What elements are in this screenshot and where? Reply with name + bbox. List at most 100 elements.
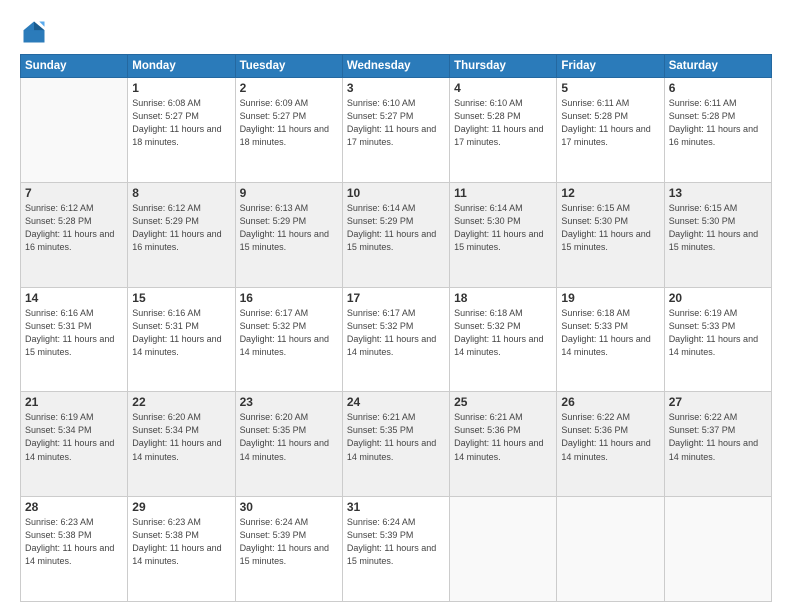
day-number: 11 <box>454 186 552 200</box>
calendar-cell: 7 Sunrise: 6:12 AMSunset: 5:28 PMDaylight… <box>21 182 128 287</box>
day-number: 25 <box>454 395 552 409</box>
day-info: Sunrise: 6:13 AMSunset: 5:29 PMDaylight:… <box>240 202 338 254</box>
day-info: Sunrise: 6:08 AMSunset: 5:27 PMDaylight:… <box>132 97 230 149</box>
day-number: 6 <box>669 81 767 95</box>
logo <box>20 18 52 46</box>
day-info: Sunrise: 6:23 AMSunset: 5:38 PMDaylight:… <box>132 516 230 568</box>
day-info: Sunrise: 6:20 AMSunset: 5:34 PMDaylight:… <box>132 411 230 463</box>
day-number: 18 <box>454 291 552 305</box>
calendar-week-4: 21 Sunrise: 6:19 AMSunset: 5:34 PMDayligh… <box>21 392 772 497</box>
calendar-cell: 12 Sunrise: 6:15 AMSunset: 5:30 PMDayligh… <box>557 182 664 287</box>
calendar-cell: 15 Sunrise: 6:16 AMSunset: 5:31 PMDayligh… <box>128 287 235 392</box>
calendar-cell: 19 Sunrise: 6:18 AMSunset: 5:33 PMDayligh… <box>557 287 664 392</box>
day-number: 27 <box>669 395 767 409</box>
calendar-cell: 22 Sunrise: 6:20 AMSunset: 5:34 PMDayligh… <box>128 392 235 497</box>
day-number: 31 <box>347 500 445 514</box>
day-number: 9 <box>240 186 338 200</box>
day-info: Sunrise: 6:19 AMSunset: 5:34 PMDaylight:… <box>25 411 123 463</box>
day-number: 3 <box>347 81 445 95</box>
day-number: 28 <box>25 500 123 514</box>
calendar-cell: 31 Sunrise: 6:24 AMSunset: 5:39 PMDayligh… <box>342 497 449 602</box>
day-info: Sunrise: 6:09 AMSunset: 5:27 PMDaylight:… <box>240 97 338 149</box>
day-number: 17 <box>347 291 445 305</box>
day-info: Sunrise: 6:12 AMSunset: 5:29 PMDaylight:… <box>132 202 230 254</box>
weekday-header-saturday: Saturday <box>664 55 771 78</box>
calendar-cell: 13 Sunrise: 6:15 AMSunset: 5:30 PMDayligh… <box>664 182 771 287</box>
day-info: Sunrise: 6:10 AMSunset: 5:28 PMDaylight:… <box>454 97 552 149</box>
calendar-cell: 30Sunrise: 6:24 AMSunset: 5:39 PMDayligh… <box>235 497 342 602</box>
calendar-cell: 8 Sunrise: 6:12 AMSunset: 5:29 PMDaylight… <box>128 182 235 287</box>
calendar-week-2: 7 Sunrise: 6:12 AMSunset: 5:28 PMDaylight… <box>21 182 772 287</box>
day-info: Sunrise: 6:22 AMSunset: 5:36 PMDaylight:… <box>561 411 659 463</box>
day-number: 29 <box>132 500 230 514</box>
day-number: 16 <box>240 291 338 305</box>
weekday-header-sunday: Sunday <box>21 55 128 78</box>
header <box>20 18 772 46</box>
calendar-cell <box>664 497 771 602</box>
day-info: Sunrise: 6:24 AMSunset: 5:39 PMDaylight:… <box>347 516 445 568</box>
calendar-cell: 28 Sunrise: 6:23 AMSunset: 5:38 PMDayligh… <box>21 497 128 602</box>
day-number: 24 <box>347 395 445 409</box>
day-number: 5 <box>561 81 659 95</box>
day-number: 7 <box>25 186 123 200</box>
day-number: 1 <box>132 81 230 95</box>
day-info: Sunrise: 6:22 AMSunset: 5:37 PMDaylight:… <box>669 411 767 463</box>
calendar-cell <box>21 78 128 183</box>
calendar-cell: 20 Sunrise: 6:19 AMSunset: 5:33 PMDayligh… <box>664 287 771 392</box>
calendar-cell: 16Sunrise: 6:17 AMSunset: 5:32 PMDayligh… <box>235 287 342 392</box>
calendar-table: SundayMondayTuesdayWednesdayThursdayFrid… <box>20 54 772 602</box>
calendar-cell: 10Sunrise: 6:14 AMSunset: 5:29 PMDayligh… <box>342 182 449 287</box>
day-info: Sunrise: 6:11 AMSunset: 5:28 PMDaylight:… <box>669 97 767 149</box>
calendar-cell: 26Sunrise: 6:22 AMSunset: 5:36 PMDayligh… <box>557 392 664 497</box>
day-info: Sunrise: 6:18 AMSunset: 5:33 PMDaylight:… <box>561 307 659 359</box>
day-number: 20 <box>669 291 767 305</box>
day-info: Sunrise: 6:16 AMSunset: 5:31 PMDaylight:… <box>132 307 230 359</box>
calendar-cell: 2 Sunrise: 6:09 AMSunset: 5:27 PMDaylight… <box>235 78 342 183</box>
weekday-header-thursday: Thursday <box>450 55 557 78</box>
calendar-cell <box>450 497 557 602</box>
day-number: 22 <box>132 395 230 409</box>
calendar-cell: 25 Sunrise: 6:21 AMSunset: 5:36 PMDayligh… <box>450 392 557 497</box>
calendar-cell: 9 Sunrise: 6:13 AMSunset: 5:29 PMDaylight… <box>235 182 342 287</box>
calendar-cell: 11 Sunrise: 6:14 AMSunset: 5:30 PMDayligh… <box>450 182 557 287</box>
day-info: Sunrise: 6:15 AMSunset: 5:30 PMDaylight:… <box>561 202 659 254</box>
calendar-cell: 6 Sunrise: 6:11 AMSunset: 5:28 PMDaylight… <box>664 78 771 183</box>
day-number: 2 <box>240 81 338 95</box>
day-info: Sunrise: 6:18 AMSunset: 5:32 PMDaylight:… <box>454 307 552 359</box>
weekday-header-monday: Monday <box>128 55 235 78</box>
calendar-cell: 17 Sunrise: 6:17 AMSunset: 5:32 PMDayligh… <box>342 287 449 392</box>
calendar-cell: 23Sunrise: 6:20 AMSunset: 5:35 PMDayligh… <box>235 392 342 497</box>
day-info: Sunrise: 6:14 AMSunset: 5:29 PMDaylight:… <box>347 202 445 254</box>
day-number: 30 <box>240 500 338 514</box>
day-info: Sunrise: 6:10 AMSunset: 5:27 PMDaylight:… <box>347 97 445 149</box>
day-number: 13 <box>669 186 767 200</box>
calendar-cell: 4 Sunrise: 6:10 AMSunset: 5:28 PMDaylight… <box>450 78 557 183</box>
day-number: 8 <box>132 186 230 200</box>
day-info: Sunrise: 6:19 AMSunset: 5:33 PMDaylight:… <box>669 307 767 359</box>
logo-icon <box>20 18 48 46</box>
calendar-cell: 29 Sunrise: 6:23 AMSunset: 5:38 PMDayligh… <box>128 497 235 602</box>
day-number: 15 <box>132 291 230 305</box>
day-number: 12 <box>561 186 659 200</box>
weekday-header-friday: Friday <box>557 55 664 78</box>
weekday-header-row: SundayMondayTuesdayWednesdayThursdayFrid… <box>21 55 772 78</box>
calendar-cell: 5Sunrise: 6:11 AMSunset: 5:28 PMDaylight… <box>557 78 664 183</box>
day-number: 14 <box>25 291 123 305</box>
calendar-cell: 14 Sunrise: 6:16 AMSunset: 5:31 PMDayligh… <box>21 287 128 392</box>
calendar-cell: 21 Sunrise: 6:19 AMSunset: 5:34 PMDayligh… <box>21 392 128 497</box>
day-info: Sunrise: 6:15 AMSunset: 5:30 PMDaylight:… <box>669 202 767 254</box>
day-number: 4 <box>454 81 552 95</box>
day-info: Sunrise: 6:23 AMSunset: 5:38 PMDaylight:… <box>25 516 123 568</box>
day-info: Sunrise: 6:16 AMSunset: 5:31 PMDaylight:… <box>25 307 123 359</box>
day-info: Sunrise: 6:21 AMSunset: 5:35 PMDaylight:… <box>347 411 445 463</box>
calendar-cell <box>557 497 664 602</box>
calendar-cell: 3 Sunrise: 6:10 AMSunset: 5:27 PMDaylight… <box>342 78 449 183</box>
day-info: Sunrise: 6:12 AMSunset: 5:28 PMDaylight:… <box>25 202 123 254</box>
day-info: Sunrise: 6:17 AMSunset: 5:32 PMDaylight:… <box>347 307 445 359</box>
calendar-week-5: 28 Sunrise: 6:23 AMSunset: 5:38 PMDayligh… <box>21 497 772 602</box>
day-info: Sunrise: 6:20 AMSunset: 5:35 PMDaylight:… <box>240 411 338 463</box>
day-info: Sunrise: 6:14 AMSunset: 5:30 PMDaylight:… <box>454 202 552 254</box>
day-info: Sunrise: 6:21 AMSunset: 5:36 PMDaylight:… <box>454 411 552 463</box>
day-number: 21 <box>25 395 123 409</box>
day-number: 19 <box>561 291 659 305</box>
